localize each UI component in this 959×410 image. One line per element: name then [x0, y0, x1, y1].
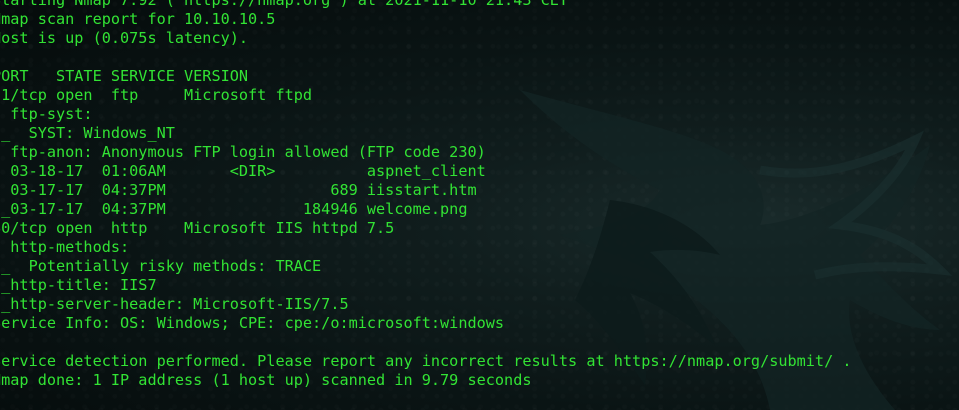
terminal-line-service-info: Service Info: OS: Windows; CPE: cpe:/o:m…: [0, 314, 505, 332]
terminal-line-http-port: 80/tcp open http Microsoft IIS httpd 7.5: [0, 219, 395, 237]
terminal-line-ftp-anon: | ftp-anon: Anonymous FTP login allowed …: [0, 143, 486, 161]
terminal-line-ftp-syst: | ftp-syst:: [0, 105, 93, 123]
terminal-line-http-methods: | http-methods:: [0, 238, 130, 256]
terminal-line-trace: |_ Potentially risky methods: TRACE: [0, 257, 322, 275]
terminal-line-header: PORT STATE SERVICE VERSION: [0, 67, 249, 85]
terminal-line-http-title: |_http-title: IIS7: [0, 276, 157, 294]
terminal-line-server-header: |_http-server-header: Microsoft-IIS/7.5: [0, 295, 349, 313]
terminal-line-start: Starting Nmap 7.92 ( https://nmap.org ) …: [0, 0, 569, 9]
terminal-line-iisstart: | 03-17-17 04:37PM 689 iisstart.htm: [0, 181, 477, 199]
terminal-line-report: Nmap scan report for 10.10.10.5: [0, 10, 276, 28]
terminal-line-blank-2: [0, 333, 852, 352]
terminal-line-syst: |_ SYST: Windows_NT: [0, 124, 175, 142]
terminal-line-done: Nmap done: 1 IP address (1 host up) scan…: [0, 371, 532, 389]
terminal-line-detection: Service detection performed. Please repo…: [0, 352, 852, 370]
terminal-window[interactable]: Starting Nmap 7.92 ( https://nmap.org ) …: [0, 0, 959, 410]
nmap-output[interactable]: Starting Nmap 7.92 ( https://nmap.org ) …: [0, 0, 852, 390]
terminal-line-welcome: |_03-17-17 04:37PM 184946 welcome.png: [0, 200, 468, 218]
terminal-line-ftp-port: 21/tcp open ftp Microsoft ftpd: [0, 86, 313, 104]
terminal-line-host: Host is up (0.075s latency).: [0, 29, 249, 47]
terminal-line-dir-aspnet: | 03-18-17 01:06AM <DIR> aspnet_client: [0, 162, 486, 180]
